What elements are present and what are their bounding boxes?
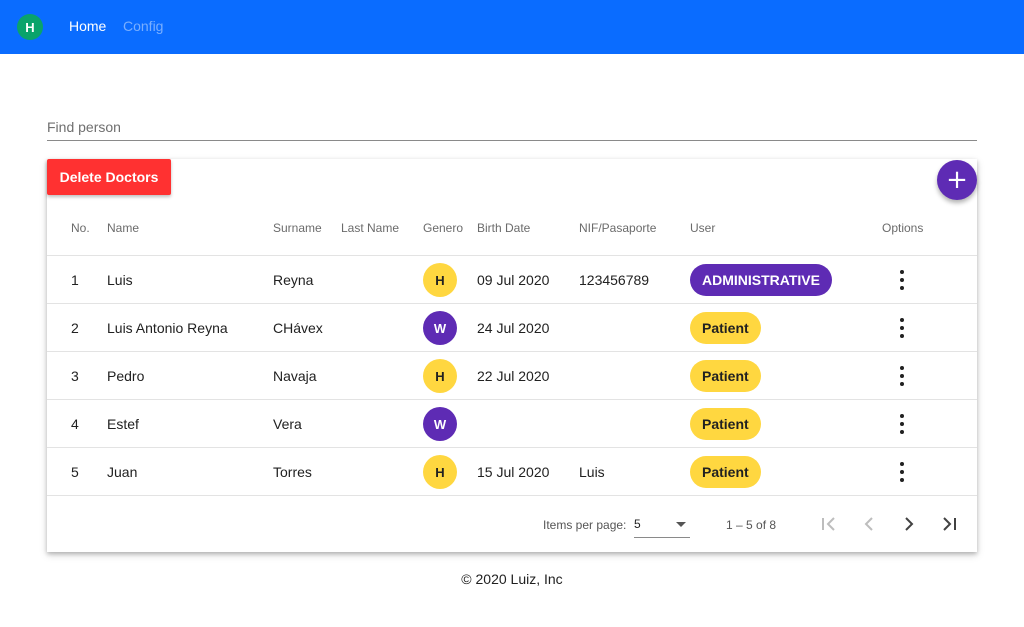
cell-birth-date: 09 Jul 2020 [477,272,550,288]
user-role-badge: Patient [690,456,761,488]
doctors-table-card: Delete Doctors + No. Name Surname Last N… [47,159,977,552]
next-page-icon[interactable] [897,512,921,536]
cell-birth-date: 15 Jul 2020 [477,464,550,480]
gender-badge: H [423,455,457,489]
user-role-badge: Patient [690,360,761,392]
app-logo[interactable]: H [17,14,43,40]
cell-surname: Reyna [273,272,314,288]
cell-no: 3 [71,368,79,384]
row-options-icon[interactable] [892,460,912,484]
row-options-icon[interactable] [892,268,912,292]
row-options-icon[interactable] [892,364,912,388]
first-page-icon[interactable] [817,512,841,536]
items-per-page-value: 5 [634,517,641,531]
header-options: Options [882,221,924,235]
cell-no: 4 [71,416,79,432]
search-input[interactable] [47,114,977,140]
header-name[interactable]: Name [107,221,139,235]
user-role-badge: Patient [690,312,761,344]
gender-badge: W [423,407,457,441]
previous-page-icon[interactable] [857,512,881,536]
search-field [47,114,977,141]
cell-name: Juan [107,464,138,480]
add-person-button[interactable]: + [937,160,977,200]
dropdown-arrow-icon [676,522,686,527]
table-row[interactable]: 1 Luis Reyna H 09 Jul 2020 123456789 ADM… [47,256,977,304]
cell-name: Luis Antonio Reyna [107,320,228,336]
gender-badge: W [423,311,457,345]
items-per-page-label: Items per page: [543,518,627,532]
nav-config-link[interactable]: Config [123,18,163,34]
user-role-badge: ADMINISTRATIVE [690,264,832,296]
cell-no: 5 [71,464,79,480]
cell-name: Pedro [107,368,145,384]
nav-home-link[interactable]: Home [69,18,106,34]
header-genero[interactable]: Genero [423,221,463,235]
items-per-page-select[interactable]: 5 [634,510,690,538]
cell-no: 2 [71,320,79,336]
cell-no: 1 [71,272,79,288]
cell-surname: Navaja [273,368,317,384]
cell-surname: Vera [273,416,302,432]
cell-surname: CHávex [273,320,323,336]
header-no[interactable]: No. [71,221,90,235]
header-nif[interactable]: NIF/Pasaporte [579,221,656,235]
table-row[interactable]: 3 Pedro Navaja H 22 Jul 2020 Patient [47,352,977,400]
last-page-icon[interactable] [937,512,961,536]
table-row[interactable]: 5 Juan Torres H 15 Jul 2020 Luis Patient [47,448,977,496]
gender-badge: H [423,359,457,393]
header-birth-date[interactable]: Birth Date [477,221,530,235]
header-last-name[interactable]: Last Name [341,221,399,235]
delete-doctors-button[interactable]: Delete Doctors [47,159,171,195]
cell-name: Luis [107,272,133,288]
table-row[interactable]: 2 Luis Antonio Reyna CHávex W 24 Jul 202… [47,304,977,352]
gender-badge: H [423,263,457,297]
page-range-label: 1 – 5 of 8 [726,518,777,532]
row-options-icon[interactable] [892,412,912,436]
copyright-text: © 2020 Luiz, Inc [461,571,563,587]
cell-surname: Torres [273,464,312,480]
cell-name: Estef [107,416,139,432]
cell-nif: Luis [579,464,605,480]
paginator: Items per page: 5 1 – 5 of 8 [47,496,977,552]
header-surname[interactable]: Surname [273,221,322,235]
user-role-badge: Patient [690,408,761,440]
cell-birth-date: 22 Jul 2020 [477,368,550,384]
row-options-icon[interactable] [892,316,912,340]
header-user[interactable]: User [690,221,715,235]
table-row[interactable]: 4 Estef Vera W Patient [47,400,977,448]
cell-birth-date: 24 Jul 2020 [477,320,550,336]
top-navbar: H Home Config [0,0,1024,54]
cell-nif: 123456789 [579,272,650,288]
